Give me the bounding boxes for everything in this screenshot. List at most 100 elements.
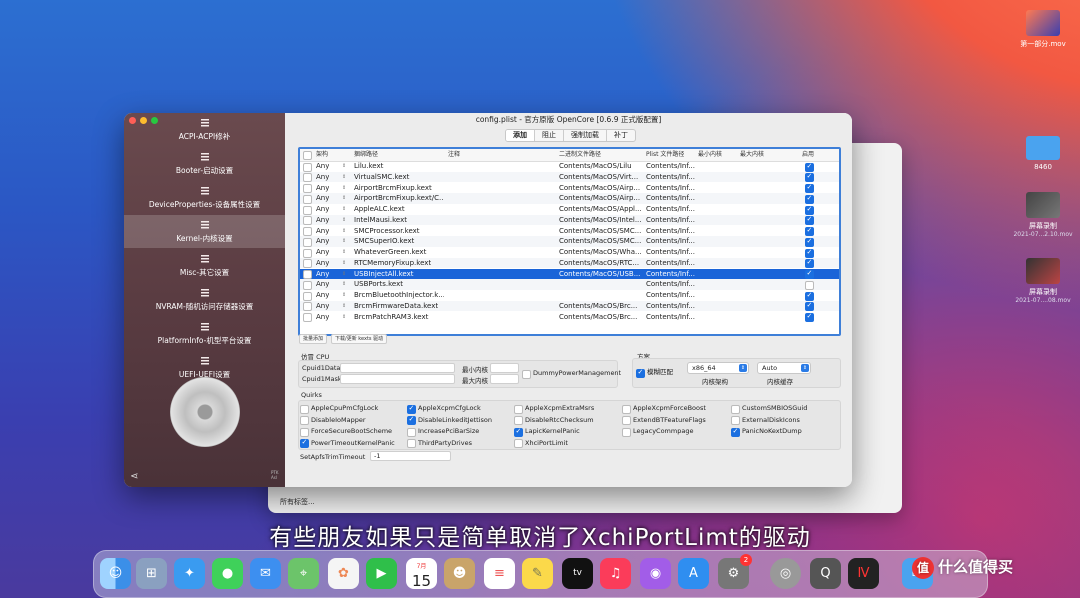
cpuid1mask-field[interactable] xyxy=(340,374,455,384)
table-row[interactable]: Any ⇕ BrcmPatchRAM3.kext Contents/MacOS/Brc… xyxy=(300,311,839,323)
table-row[interactable]: Any ⇕ Lilu.kext Contents/MacOS/Lilu Contents… xyxy=(300,161,839,172)
quirk-checkbox[interactable]: DisableIoMapper xyxy=(300,415,366,425)
messages-icon[interactable]: ● xyxy=(212,558,243,589)
sidebar-item-misc[interactable]: Misc-其它设置 xyxy=(124,249,285,282)
dummy-power-management-checkbox[interactable]: DummyPowerManagement xyxy=(522,368,621,379)
row-select-checkbox[interactable] xyxy=(303,194,312,204)
kernel-cache-select[interactable]: Auto ⇕ xyxy=(757,362,811,374)
table-row[interactable]: Any ⇕ AirportBrcmFixup.kext/C... Contents/M… xyxy=(300,193,839,204)
quirk-checkbox[interactable]: ThirdPartyDrives xyxy=(407,438,472,448)
share-icon[interactable]: ⋖ xyxy=(130,471,138,482)
row-select-checkbox[interactable] xyxy=(303,162,312,172)
enabled-checkbox[interactable] xyxy=(805,311,814,322)
desktop-folder-icon[interactable]: 8460 xyxy=(1010,136,1076,171)
table-row[interactable]: Any ⇕ RTCMemoryFixup.kext Contents/MacOS/RT… xyxy=(300,257,839,269)
enabled-checkbox[interactable] xyxy=(805,161,814,172)
enabled-checkbox[interactable] xyxy=(805,280,814,290)
arch-stepper-icon[interactable]: ⇕ xyxy=(342,301,346,312)
arch-stepper-icon[interactable]: ⇕ xyxy=(342,258,346,269)
sidebar-item-nvram[interactable]: NVRAM-随机访问存储器设置 xyxy=(124,283,285,316)
system-preferences-icon[interactable]: ⚙ 2 xyxy=(718,554,752,589)
table-row[interactable]: Any ⇕ BrcmBluetoothInjector.k... Contents/I… xyxy=(300,290,839,301)
arch-stepper-icon[interactable]: ⇕ xyxy=(342,279,346,290)
table-row[interactable]: Any ⇕ IntelMausi.kext Contents/MacOS/Intel.… xyxy=(300,214,839,226)
diskmaker-icon[interactable]: Ⅳ xyxy=(848,558,879,589)
quirk-checkbox[interactable]: DisableLinkeditJettison xyxy=(407,414,492,425)
finder-icon[interactable]: ☺ xyxy=(100,558,131,589)
apple-tv-icon[interactable]: tv xyxy=(562,558,593,589)
table-row[interactable]: Any ⇕ WhateverGreen.kext Contents/MacOS/Wha… xyxy=(300,247,839,258)
arch-stepper-icon[interactable]: ⇕ xyxy=(342,247,346,258)
row-select-checkbox[interactable] xyxy=(303,259,312,269)
kext-table[interactable]: 架构 捆绑路径 注释 二进制文件路径 Plist 文件路径 最小内核 最大内核 … xyxy=(298,147,841,336)
quirk-checkbox[interactable]: ForceSecureBootScheme xyxy=(300,426,392,437)
row-select-checkbox[interactable] xyxy=(303,291,312,301)
row-select-checkbox[interactable] xyxy=(303,227,312,236)
quirk-checkbox[interactable]: DisableRtcChecksum xyxy=(514,415,594,425)
quirk-checkbox[interactable]: AppleXcpmCfgLock xyxy=(407,403,481,414)
podcasts-icon[interactable]: ◉ xyxy=(640,558,671,589)
quirk-checkbox[interactable]: PanicNoKextDump xyxy=(731,426,802,437)
row-select-checkbox[interactable] xyxy=(303,216,312,226)
cpuid1data-field[interactable] xyxy=(340,363,455,373)
table-row[interactable]: Any ⇕ AppleALC.kext Contents/MacOS/Appl... C… xyxy=(300,204,839,215)
select-all-checkbox[interactable] xyxy=(303,151,312,160)
enabled-checkbox[interactable] xyxy=(805,300,814,312)
music-icon[interactable]: ♫ xyxy=(600,558,631,589)
quirk-checkbox[interactable]: CustomSMBIOSGuid xyxy=(731,403,807,414)
safari-icon[interactable]: ✦ xyxy=(174,558,205,589)
enabled-checkbox[interactable] xyxy=(805,225,814,236)
desktop-file-icon-3[interactable]: 屏幕录制 2021-07....08.mov xyxy=(1010,258,1076,304)
row-select-checkbox[interactable] xyxy=(303,280,312,290)
app-store-icon[interactable]: A xyxy=(678,558,709,589)
notes-icon[interactable]: ✎ xyxy=(522,558,553,589)
launchpad-icon[interactable]: ⊞ xyxy=(136,558,167,589)
apfs-trim-field[interactable]: -1 xyxy=(370,451,451,461)
quirk-checkbox[interactable]: LapicKernelPanic xyxy=(514,426,580,437)
sidebar-item-kernel[interactable]: Kernel-内核设置 xyxy=(124,215,285,248)
quirk-checkbox[interactable]: AppleXcpmForceBoost xyxy=(622,403,706,414)
calendar-icon[interactable]: 7月 15 xyxy=(406,558,437,589)
arch-stepper-icon[interactable]: ⇕ xyxy=(342,236,346,247)
enabled-checkbox[interactable] xyxy=(805,214,814,226)
quirk-checkbox[interactable]: PowerTimeoutKernelPanic xyxy=(300,437,395,448)
row-select-checkbox[interactable] xyxy=(303,237,312,247)
arch-stepper-icon[interactable]: ⇕ xyxy=(342,215,346,226)
tab-add[interactable]: 添加 xyxy=(506,130,535,141)
arch-stepper-icon[interactable]: ⇕ xyxy=(342,269,346,280)
arch-stepper-icon[interactable]: ⇕ xyxy=(342,161,346,172)
kernel-arch-select[interactable]: x86_64 ⇕ xyxy=(687,362,749,374)
maps-icon[interactable]: ⌖ xyxy=(288,558,319,589)
table-row[interactable]: Any ⇕ VirtualSMC.kext Contents/MacOS/Virt..… xyxy=(300,171,839,183)
fuzzy-match-checkbox[interactable]: 模糊匹配 xyxy=(636,367,673,378)
quirk-checkbox[interactable]: AppleCpuPmCfgLock xyxy=(300,403,378,414)
enabled-checkbox[interactable] xyxy=(805,204,814,215)
tab-force[interactable]: 强制加载 xyxy=(564,130,607,141)
quicktime-icon[interactable]: Q xyxy=(810,558,841,589)
enabled-checkbox[interactable] xyxy=(805,268,814,279)
arch-stepper-icon[interactable]: ⇕ xyxy=(342,183,346,194)
enabled-checkbox[interactable] xyxy=(805,290,814,301)
table-row[interactable]: Any ⇕ USBInjectAll.kext Contents/MacOS/USB.… xyxy=(300,268,839,280)
row-select-checkbox[interactable] xyxy=(303,184,312,193)
desktop-file-icon-1[interactable]: 第一部分.mov xyxy=(1010,10,1076,49)
table-row[interactable]: Any ⇕ USBPorts.kext Contents/Inf... xyxy=(300,279,839,290)
arch-stepper-icon[interactable]: ⇕ xyxy=(342,193,346,204)
table-row[interactable]: Any ⇕ AirportBrcmFixup.kext Contents/MacOS/… xyxy=(300,182,839,194)
quirk-checkbox[interactable]: XhciPortLimit xyxy=(514,438,568,448)
enabled-checkbox[interactable] xyxy=(805,257,814,269)
enabled-checkbox[interactable] xyxy=(805,236,814,247)
quirk-checkbox[interactable]: AppleXcpmExtraMsrs xyxy=(514,403,594,414)
facetime-icon[interactable]: ▶ xyxy=(366,558,397,589)
photos-icon[interactable]: ✿ xyxy=(328,558,359,589)
update-kexts-button[interactable]: 下载/更新 kexts 驱动 xyxy=(331,334,388,344)
tab-patch[interactable]: 补丁 xyxy=(607,130,635,141)
batch-add-button[interactable]: 批量添加 xyxy=(299,334,328,344)
mail-icon[interactable]: ✉ xyxy=(250,558,281,589)
quirk-checkbox[interactable]: LegacyCommpage xyxy=(622,426,693,437)
sidebar-item-deviceproperties[interactable]: DeviceProperties-设备属性设置 xyxy=(124,181,285,214)
sidebar-item-acpi[interactable]: ACPI-ACPI修补 xyxy=(124,113,285,146)
desktop-file-icon-2[interactable]: 屏幕录制 2021-07...2.10.mov xyxy=(1010,192,1076,238)
row-select-checkbox[interactable] xyxy=(303,248,312,258)
sidebar-item-platforminfo[interactable]: PlatformInfo-机型平台设置 xyxy=(124,317,285,350)
